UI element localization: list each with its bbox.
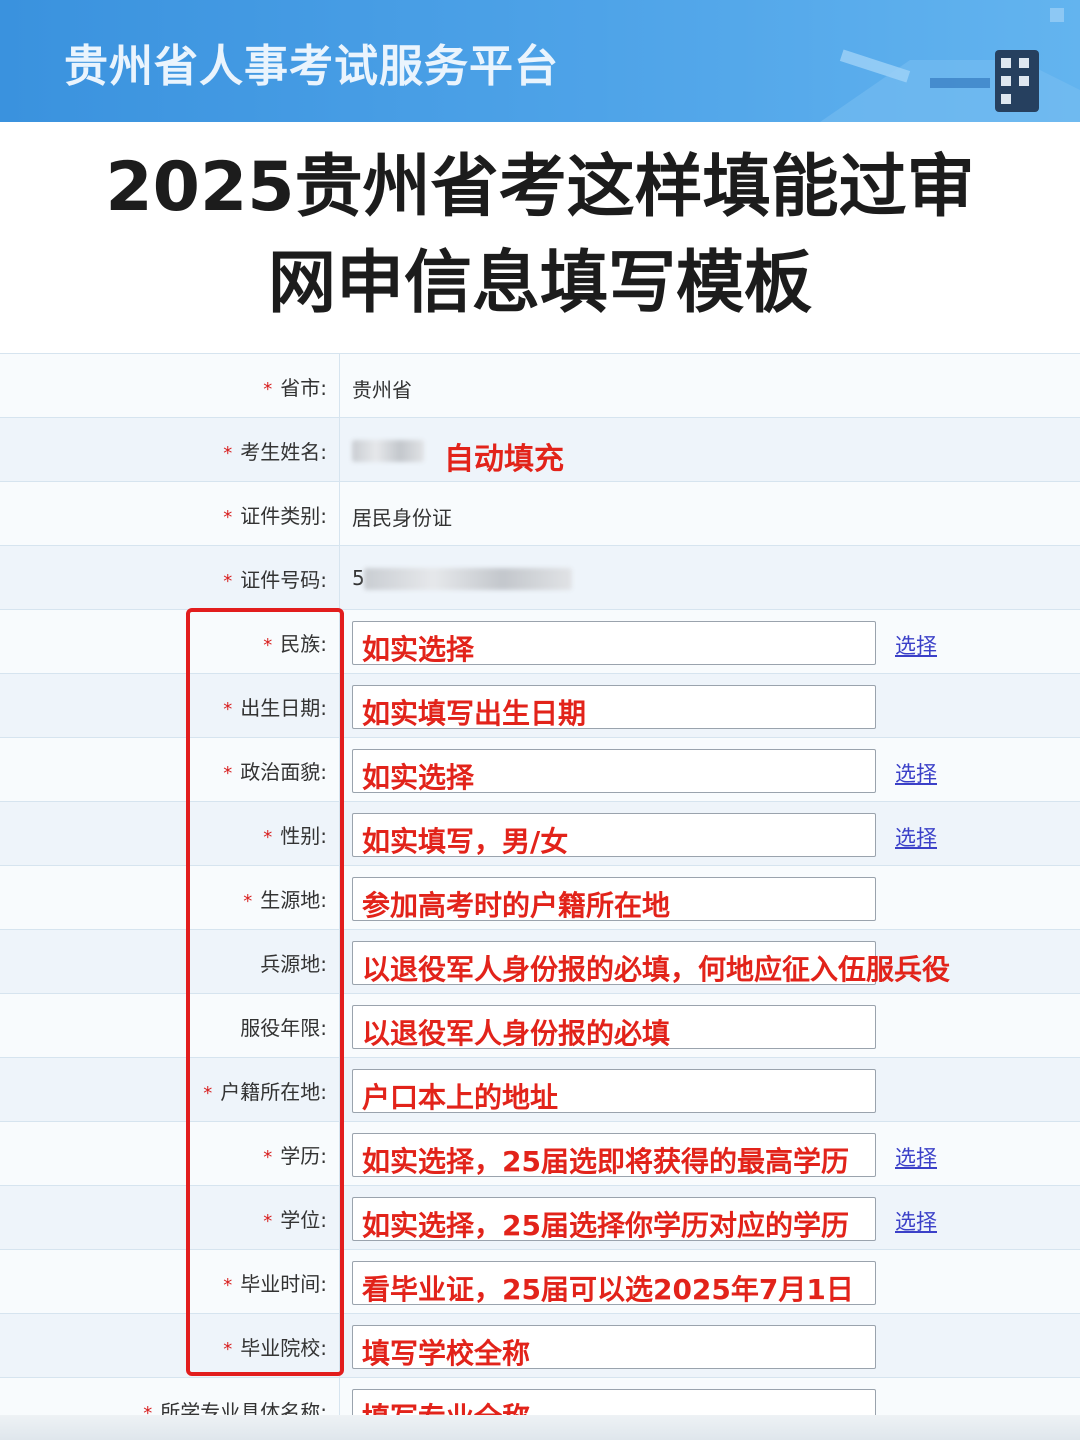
page-title: 2025贵州省考这样填能过审 网申信息填写模板 — [0, 140, 1080, 332]
field-input-value: 参加高考时的户籍所在地 — [362, 889, 671, 922]
required-star-icon: * — [223, 443, 233, 464]
title-line-1: 2025贵州省考这样填能过审 — [105, 148, 975, 227]
form-row-province: * 省市: 贵州省 — [0, 353, 1080, 417]
form-row: * 学历: 如实选择，25届选即将获得的最高学历 选择 — [0, 1121, 1080, 1185]
bottom-strip — [0, 1415, 1080, 1440]
field-input[interactable]: 如实填写出生日期 — [352, 685, 876, 730]
form-row: * 生源地: 参加高考时的户籍所在地 — [0, 865, 1080, 929]
field-label: * 证件类别: — [223, 504, 327, 528]
field-input-value: 如实填写，男/女 — [362, 825, 569, 858]
field-input[interactable]: 参加高考时的户籍所在地 — [352, 877, 876, 922]
platform-title: 贵州省人事考试服务平台 — [64, 41, 559, 92]
field-input-value: 如实选择 — [362, 761, 475, 794]
field-input[interactable]: 看毕业证，25届可以选2025年7月1日 — [352, 1261, 876, 1306]
form-row-name: * 考生姓名: 自动填充 — [0, 417, 1080, 481]
select-link[interactable]: 选择 — [895, 1142, 937, 1172]
field-input[interactable]: 如实选择，25届选即将获得的最高学历 — [352, 1133, 876, 1178]
form-row: * 性别: 如实填写，男/女 选择 — [0, 801, 1080, 865]
field-input-value: 填写学校全称 — [362, 1337, 531, 1370]
form-row: 服役年限: 以退役军人身份报的必填 — [0, 993, 1080, 1057]
form-row: * 出生日期: 如实填写出生日期 — [0, 673, 1080, 737]
form-row: *所学专业具体名称: 填写专业全称 — [0, 1377, 1080, 1415]
header-banner: 贵州省人事考试服务平台 — [0, 0, 1080, 122]
select-link[interactable]: 选择 — [895, 1206, 937, 1236]
field-input-value: 以退役军人身份报的必填 — [362, 1017, 671, 1050]
form-row-id-type: * 证件类别: 居民身份证 — [0, 481, 1080, 545]
form-row: * 毕业时间: 看毕业证，25届可以选2025年7月1日 — [0, 1249, 1080, 1313]
required-star-icon: * — [223, 507, 233, 528]
field-input[interactable]: 如实选择 — [352, 621, 876, 666]
field-input-value: 户口本上的地址 — [362, 1081, 559, 1114]
form-row: 兵源地: 以退役军人身份报的必填，何地应征入伍服兵役 — [0, 929, 1080, 993]
field-input-value: 如实选择 — [362, 633, 475, 666]
field-input-value: 填写专业全称 — [362, 1396, 530, 1415]
form-row: * 户籍所在地: 户口本上的地址 — [0, 1057, 1080, 1121]
required-star-icon: * — [143, 1403, 153, 1415]
required-star-icon: * — [263, 379, 273, 400]
field-label: * 省市: — [263, 376, 327, 400]
highlight-frame — [186, 608, 344, 1376]
autofill-annotation: 自动填充 — [444, 442, 564, 477]
field-input[interactable]: 如实选择，25届选择你学历对应的学历 — [352, 1197, 876, 1242]
field-input-value: 如实填写出生日期 — [362, 697, 587, 730]
form-row: * 毕业院校: 填写学校全称 — [0, 1313, 1080, 1377]
building-illustration-icon — [820, 8, 1080, 122]
blurred-id-number — [364, 568, 572, 590]
field-input[interactable]: 以退役军人身份报的必填，何地应征入伍服兵役 — [352, 941, 950, 986]
form-row: * 学位: 如实选择，25届选择你学历对应的学历 选择 — [0, 1185, 1080, 1249]
province-value: 贵州省 — [352, 378, 412, 402]
field-input-value: 如实选择，25届选即将获得的最高学历 — [362, 1145, 849, 1178]
id-number-prefix: 5 — [352, 566, 365, 590]
field-input[interactable]: 户口本上的地址 — [352, 1069, 876, 1114]
select-link[interactable]: 选择 — [895, 630, 937, 660]
form-row-id-number: * 证件号码: 5 — [0, 545, 1080, 609]
form-row: * 民族: 如实选择 选择 — [0, 609, 1080, 673]
select-link[interactable]: 选择 — [895, 758, 937, 788]
form-row: * 政治面貌: 如实选择 选择 — [0, 737, 1080, 801]
field-input[interactable]: 以退役军人身份报的必填 — [352, 1005, 876, 1050]
field-input[interactable]: 如实填写，男/女 — [352, 813, 876, 858]
field-input[interactable]: 如实选择 — [352, 749, 876, 794]
blurred-name — [352, 440, 424, 462]
application-form: * 省市: 贵州省 * 考生姓名: 自动填充 * 证件类别: 居民身份证 * 证件号码:… — [0, 353, 1080, 1415]
field-label: * 所学专业具体名称: — [143, 1396, 327, 1415]
field-input-value: 看毕业证，25届可以选2025年7月1日 — [362, 1273, 854, 1306]
field-input-value: 如实选择，25届选择你学历对应的学历 — [362, 1209, 849, 1242]
field-label: * 考生姓名: — [223, 440, 327, 464]
field-input[interactable]: 填写专业全称 — [352, 1389, 876, 1415]
field-input-value: 以退役军人身份报的必填，何地应征入伍服兵役 — [362, 953, 951, 986]
title-line-2: 网申信息填写模板 — [267, 244, 812, 323]
select-link[interactable]: 选择 — [895, 822, 937, 852]
id-type-value: 居民身份证 — [352, 506, 452, 530]
field-label: * 证件号码: — [223, 568, 327, 592]
field-input[interactable]: 填写学校全称 — [352, 1325, 876, 1370]
required-star-icon: * — [223, 571, 233, 592]
